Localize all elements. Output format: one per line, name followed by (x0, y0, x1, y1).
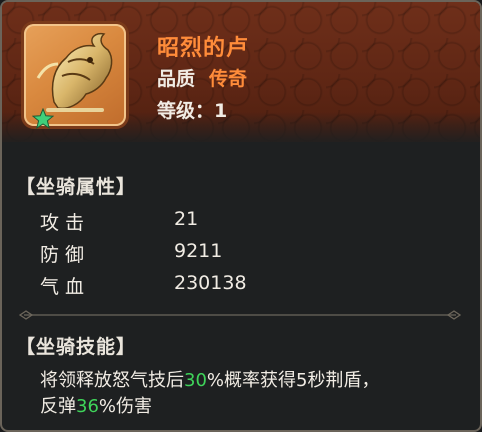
skills-title: 【坐骑技能】 (16, 336, 137, 358)
divider-ornament-icon (18, 310, 462, 320)
quality-label: 品质 (157, 68, 196, 90)
defense-label: 防御 (40, 244, 91, 266)
quality-row: 品质 传奇 (157, 64, 247, 91)
mount-info-panel: 昭烈的卢 品质 传奇 等级：1 【坐骑属性】 攻击 21 防御 9211 气血 2… (0, 0, 482, 432)
defense-value: 9211 (174, 240, 223, 262)
skill-line-2: 反弹36%伤害 (40, 394, 460, 420)
hp-label: 气血 (40, 276, 91, 298)
skill-text-part: %概率获得5秒荆盾， (206, 370, 380, 391)
skill-text-part: 将领释放怒气技后 (40, 370, 184, 391)
attributes-title: 【坐骑属性】 (16, 176, 137, 198)
level-row: 等级：1 (157, 96, 227, 123)
skill-line-1: 将领释放怒气技后30%概率获得5秒荆盾， (40, 368, 460, 394)
level-value: 1 (214, 100, 228, 122)
skill-percent: 36 (76, 396, 99, 417)
skill-description: 将领释放怒气技后30%概率获得5秒荆盾， 反弹36%伤害 (40, 368, 460, 420)
quality-value: 传奇 (209, 68, 248, 90)
attack-label: 攻击 (40, 212, 91, 234)
level-label: 等级： (157, 100, 215, 122)
attack-value: 21 (174, 208, 199, 230)
skill-percent: 30 (184, 370, 207, 391)
skill-text-part: %伤害 (98, 396, 153, 417)
hp-value: 230138 (174, 272, 247, 294)
star-icon (32, 108, 54, 130)
mount-name: 昭烈的卢 (157, 36, 250, 61)
skill-text-part: 反弹 (40, 396, 76, 417)
